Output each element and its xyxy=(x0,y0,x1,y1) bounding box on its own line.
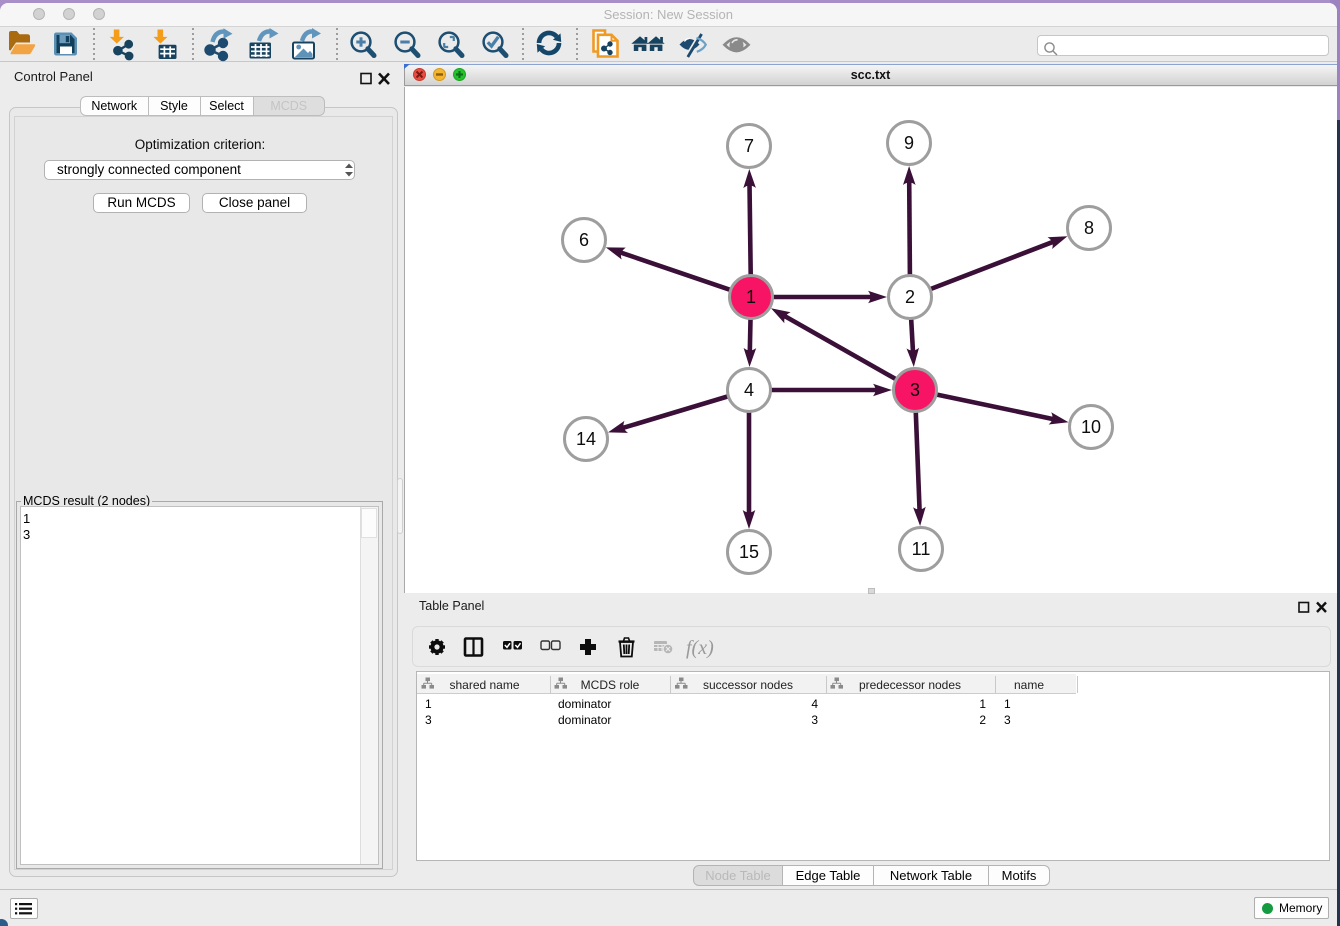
svg-text:6: 6 xyxy=(579,230,589,250)
svg-text:f(x): f(x) xyxy=(686,637,714,659)
svg-text:8: 8 xyxy=(1084,218,1094,238)
svg-text:9: 9 xyxy=(904,133,914,153)
svg-text:11: 11 xyxy=(912,539,931,559)
svg-text:10: 10 xyxy=(1081,417,1101,437)
svg-text:1: 1 xyxy=(746,287,756,307)
svg-text:2: 2 xyxy=(905,287,915,307)
svg-text:7: 7 xyxy=(744,136,754,156)
svg-text:15: 15 xyxy=(739,542,759,562)
svg-text:4: 4 xyxy=(744,380,754,400)
svg-text:3: 3 xyxy=(910,380,920,400)
svg-text:14: 14 xyxy=(576,429,596,449)
